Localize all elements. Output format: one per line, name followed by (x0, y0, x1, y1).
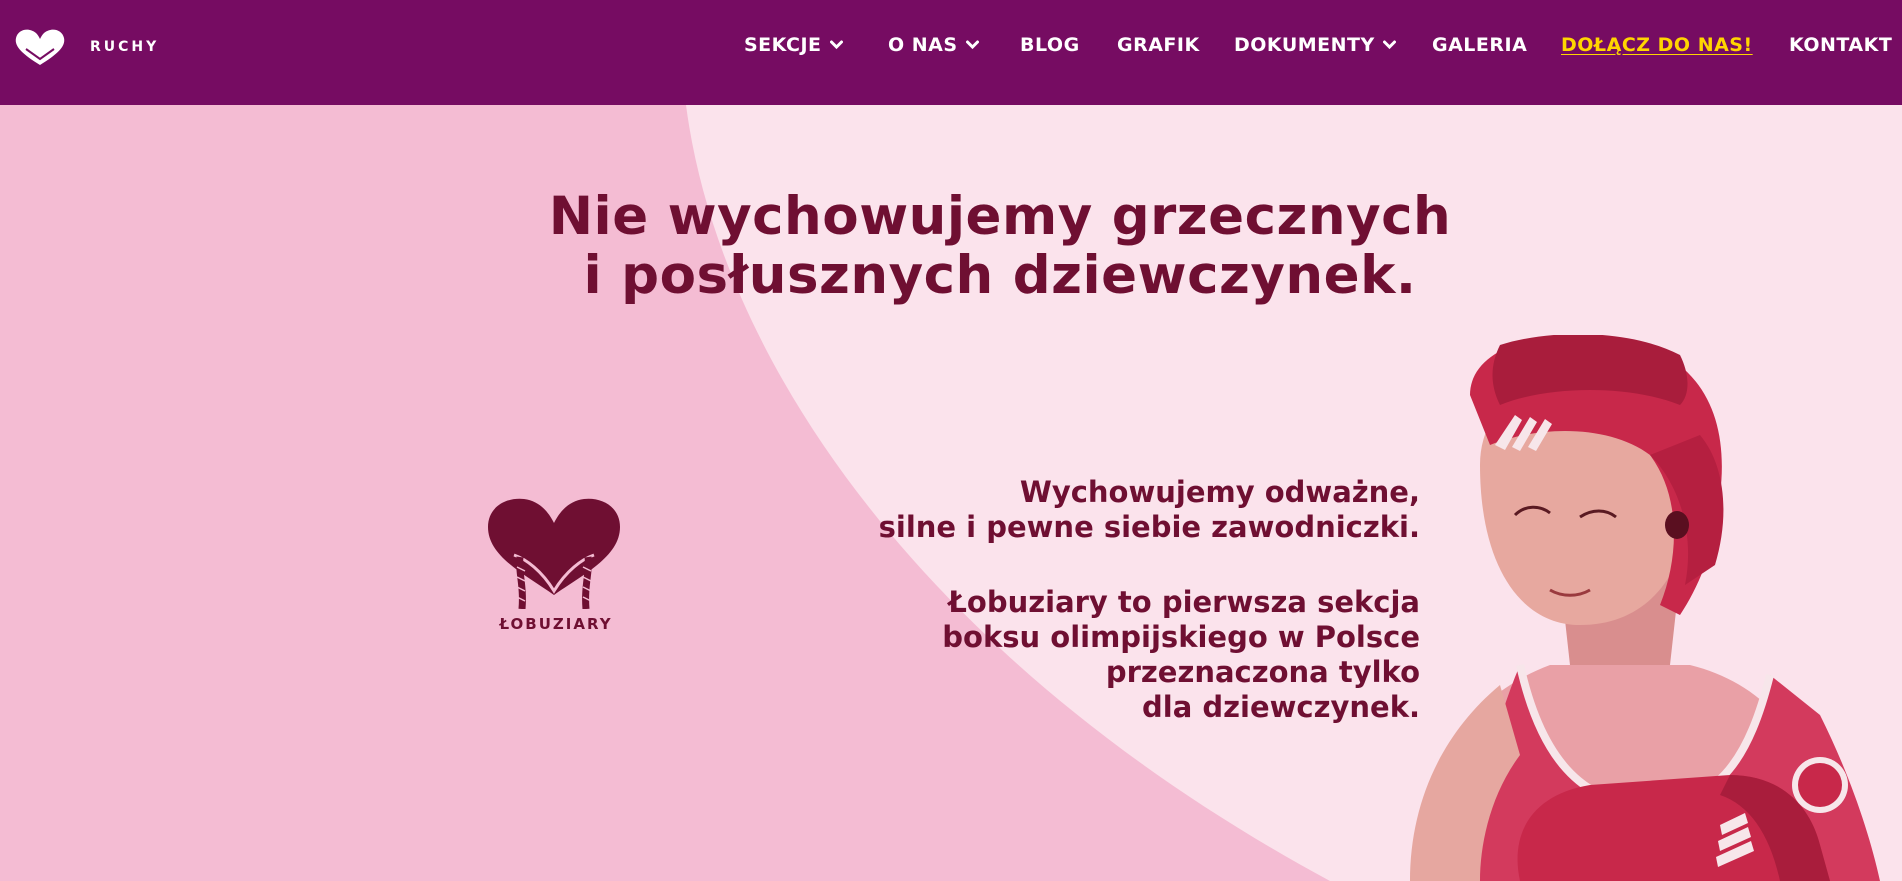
paragraph-line: przeznaczona tylko (1105, 655, 1420, 689)
paragraph-line: boksu olimpijskiego w Polsce (942, 620, 1420, 654)
lobuziary-logo: ŁOBUZIARY (484, 497, 628, 633)
hero-paragraph-2: Łobuziary to pierwsza sekcja boksu olimp… (690, 585, 1420, 725)
logo-text: RUCHY (90, 39, 160, 55)
nav-label: KONTAKT (1789, 34, 1893, 56)
paragraph-line: silne i pewne siebie zawodniczki. (878, 510, 1420, 544)
hero-paragraph-1: Wychowujemy odważne, silne i pewne siebi… (690, 475, 1420, 545)
chevron-down-icon (829, 40, 843, 50)
nav-kontakt[interactable]: KONTAKT (1789, 34, 1892, 56)
paragraph-line: dla dziewczynek. (1142, 690, 1420, 724)
site-logo[interactable]: RUCHY (14, 27, 159, 67)
nav-label: DOŁĄCZ DO NAS! (1561, 34, 1753, 56)
heart-gloves-icon (15, 29, 65, 65)
nav-label: GRAFIK (1117, 34, 1200, 56)
nav-label: DOKUMENTY (1234, 34, 1375, 56)
chevron-down-icon (965, 40, 979, 50)
nav-grafik[interactable]: GRAFIK (1117, 34, 1200, 56)
hero-section: Nie wychowujemy grzecznych i posłusznych… (0, 105, 1902, 881)
nav-sekcje[interactable]: SEKCJE (744, 34, 843, 56)
nav-label: SEKCJE (744, 34, 822, 56)
lobuziary-logo-text: ŁOBUZIARY (499, 615, 613, 633)
paragraph-line: Wychowujemy odważne, (1019, 475, 1420, 509)
headline-line: Nie wychowujemy grzecznych (548, 186, 1452, 247)
nav-label: O NAS (888, 34, 958, 56)
nav-galeria[interactable]: GALERIA (1432, 34, 1527, 56)
hero-headline: Nie wychowujemy grzecznych i posłusznych… (400, 187, 1600, 305)
nav-join-us[interactable]: DOŁĄCZ DO NAS! (1561, 34, 1753, 56)
chevron-down-icon (1382, 40, 1396, 50)
nav-label: GALERIA (1432, 34, 1528, 56)
boxer-girl-photo (1410, 335, 1880, 881)
paragraph-line: Łobuziary to pierwsza sekcja (948, 585, 1420, 619)
heart-braids-icon (488, 498, 620, 609)
headline-line: i posłusznych dziewczynek. (583, 245, 1417, 306)
nav-o-nas[interactable]: O NAS (888, 34, 979, 56)
nav-blog[interactable]: BLOG (1020, 34, 1080, 56)
nav-dokumenty[interactable]: DOKUMENTY (1234, 34, 1396, 56)
nav-label: BLOG (1020, 34, 1080, 56)
top-navbar: RUCHY SEKCJE O NAS BLOG GRAFIK DOKUMENTY… (0, 0, 1902, 105)
